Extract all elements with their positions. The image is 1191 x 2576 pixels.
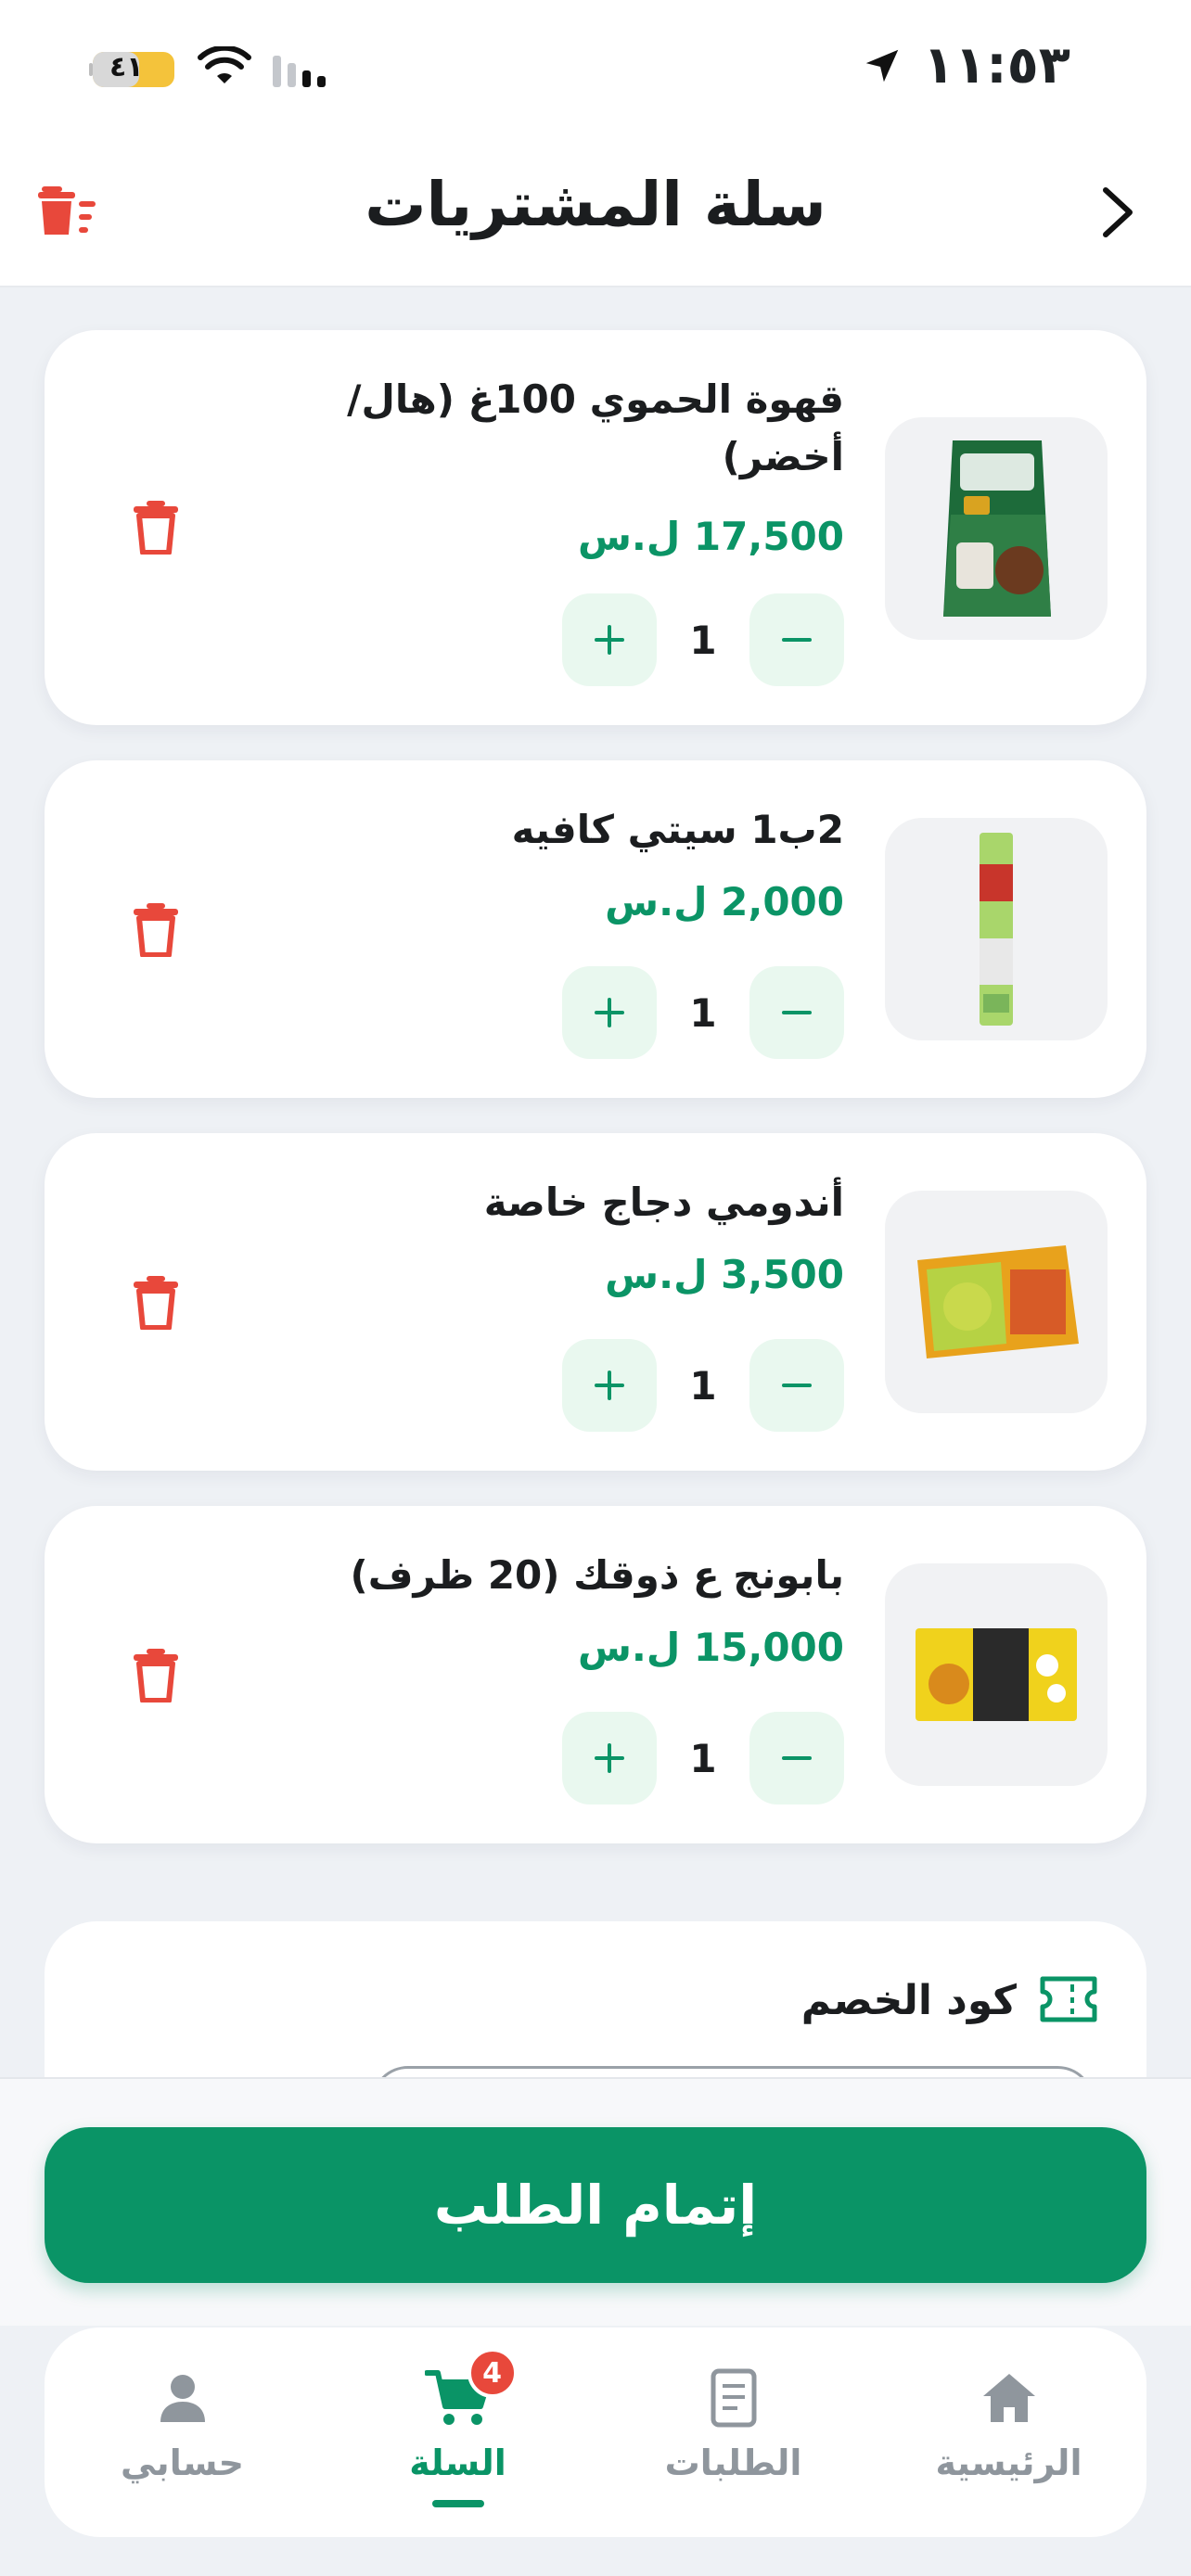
minus-icon bbox=[782, 1756, 812, 1760]
decrease-quantity-button[interactable] bbox=[749, 966, 844, 1059]
product-price: 2,000 ل.س bbox=[605, 879, 844, 925]
decrease-quantity-button[interactable] bbox=[749, 1712, 844, 1804]
remove-item-button[interactable] bbox=[122, 1265, 189, 1339]
increase-quantity-button[interactable] bbox=[562, 966, 657, 1059]
quantity-stepper: 1 bbox=[562, 1712, 844, 1804]
trash-icon bbox=[134, 501, 178, 555]
nav-label-home: الرئيسية bbox=[935, 2442, 1082, 2483]
coffee-bag-image bbox=[943, 440, 1051, 617]
remove-item-button[interactable] bbox=[122, 892, 189, 966]
product-name: بابونج ع ذوقك (20 ظرف) bbox=[350, 1552, 844, 1598]
battery-icon: ٤١ bbox=[89, 48, 182, 91]
product-name: 2ب1 سيتي كافيه bbox=[511, 807, 844, 852]
quantity-value: 1 bbox=[689, 1362, 717, 1409]
quantity-value: 1 bbox=[689, 617, 717, 663]
cart-item-list: قهوة الحموي 100غ (هال/أخضر) 17,500 ل.س 1 bbox=[45, 330, 1146, 1879]
wifi-icon bbox=[198, 46, 251, 83]
remove-item-button[interactable] bbox=[122, 1638, 189, 1712]
cart-item: قهوة الحموي 100غ (هال/أخضر) 17,500 ل.س 1 bbox=[45, 330, 1146, 725]
status-time: ١١:٥٣ bbox=[922, 35, 1070, 96]
trash-icon bbox=[134, 903, 178, 957]
increase-quantity-button[interactable] bbox=[562, 1339, 657, 1432]
coffee-sachet-image bbox=[980, 833, 1013, 1026]
nav-item-orders[interactable]: الطلبات bbox=[596, 2327, 871, 2537]
quantity-stepper: 1 bbox=[562, 966, 844, 1059]
location-arrow-icon bbox=[865, 49, 899, 83]
app-header: سلة المشتريات bbox=[0, 139, 1191, 287]
checkout-button[interactable]: إتمام الطلب bbox=[45, 2127, 1146, 2283]
orders-icon bbox=[698, 2363, 769, 2433]
decrease-quantity-button[interactable] bbox=[749, 1339, 844, 1432]
plus-icon bbox=[595, 998, 624, 1027]
trash-icon bbox=[134, 1276, 178, 1330]
plus-icon bbox=[595, 1743, 624, 1773]
cellular-signal-icon bbox=[273, 56, 326, 87]
increase-quantity-button[interactable] bbox=[562, 1712, 657, 1804]
product-price: 3,500 ل.س bbox=[605, 1252, 844, 1297]
quantity-value: 1 bbox=[689, 989, 717, 1036]
ticket-icon bbox=[1040, 1976, 1097, 2022]
nav-label-orders: الطلبات bbox=[664, 2442, 802, 2483]
minus-icon bbox=[782, 1384, 812, 1387]
quantity-stepper: 1 bbox=[562, 1339, 844, 1432]
profile-icon bbox=[147, 2363, 218, 2433]
active-tab-indicator bbox=[431, 2500, 484, 2507]
plus-icon bbox=[595, 625, 624, 655]
minus-icon bbox=[782, 638, 812, 642]
home-icon bbox=[974, 2363, 1044, 2433]
product-image bbox=[885, 1191, 1108, 1413]
noodles-pack-image bbox=[917, 1245, 1079, 1358]
cart-item: بابونج ع ذوقك (20 ظرف) 15,000 ل.س 1 bbox=[45, 1506, 1146, 1843]
nav-item-cart[interactable]: 4 السلة bbox=[320, 2327, 596, 2537]
product-price: 15,000 ل.س bbox=[577, 1625, 844, 1670]
nav-label-cart: السلة bbox=[409, 2442, 506, 2483]
coupon-title: كود الخصم bbox=[800, 1977, 1017, 2024]
nav-label-profile: حسابي bbox=[120, 2442, 245, 2483]
plus-icon bbox=[595, 1371, 624, 1400]
product-image bbox=[885, 818, 1108, 1040]
product-name: أندومي دجاج خاصة bbox=[483, 1180, 844, 1225]
minus-icon bbox=[782, 1011, 812, 1014]
cart-count-badge: 4 bbox=[467, 2348, 518, 2398]
product-image bbox=[885, 1563, 1108, 1786]
cart-item: أندومي دجاج خاصة 3,500 ل.س 1 bbox=[45, 1133, 1146, 1471]
product-price: 17,500 ل.س bbox=[577, 514, 844, 559]
increase-quantity-button[interactable] bbox=[562, 593, 657, 686]
cart-icon: 4 bbox=[423, 2348, 518, 2433]
nav-item-profile[interactable]: حسابي bbox=[45, 2327, 320, 2537]
remove-item-button[interactable] bbox=[122, 490, 189, 564]
quantity-stepper: 1 bbox=[562, 593, 844, 686]
decrease-quantity-button[interactable] bbox=[749, 593, 844, 686]
checkout-bar: إتمام الطلب bbox=[0, 2077, 1191, 2326]
clear-cart-button[interactable] bbox=[35, 182, 100, 241]
product-name: قهوة الحموي 100غ (هال/أخضر) bbox=[347, 376, 844, 479]
trash-list-icon bbox=[38, 186, 96, 235]
quantity-value: 1 bbox=[689, 1735, 717, 1781]
tea-box-image bbox=[916, 1628, 1077, 1721]
nav-item-home[interactable]: الرئيسية bbox=[871, 2327, 1146, 2537]
status-bar: ١١:٥٣ ٤١ bbox=[0, 0, 1191, 139]
cart-item: 2ب1 سيتي كافيه 2,000 ل.س 1 bbox=[45, 760, 1146, 1098]
page-title: سلة المشتريات bbox=[365, 169, 826, 240]
bottom-nav: الرئيسية الطلبات 4 السلة حسابي bbox=[45, 2327, 1146, 2537]
product-image bbox=[885, 417, 1108, 640]
trash-icon bbox=[134, 1649, 178, 1702]
battery-level: ٤١ bbox=[109, 51, 144, 83]
